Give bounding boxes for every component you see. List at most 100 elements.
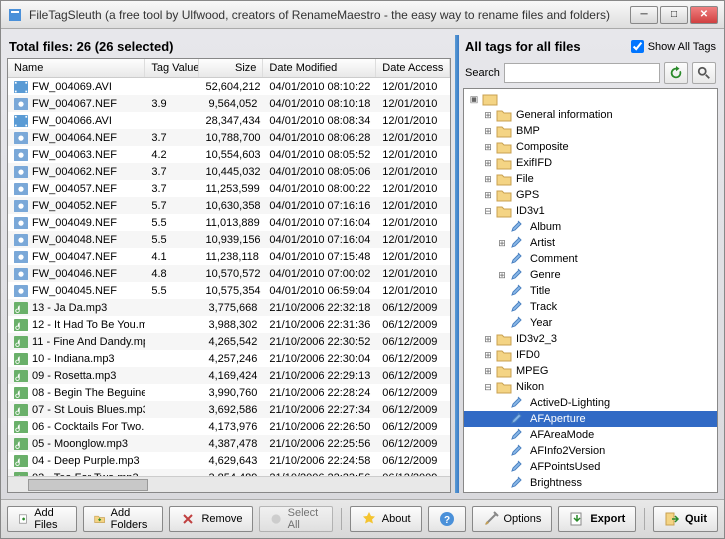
collapse-icon[interactable]: ⊟ [482, 381, 494, 393]
expand-icon[interactable]: ⊞ [482, 157, 494, 169]
show-all-checkbox[interactable] [631, 40, 644, 53]
tree-item[interactable]: ⊞File [464, 171, 717, 187]
expand-icon[interactable]: ⊞ [482, 109, 494, 121]
table-row[interactable]: 10 - Indiana.mp34,257,24621/10/2006 22:3… [8, 350, 450, 367]
table-row[interactable]: 05 - Moonglow.mp34,387,47821/10/2006 22:… [8, 435, 450, 452]
expand-icon[interactable]: ⊞ [482, 333, 494, 345]
export-button[interactable]: Export [558, 506, 636, 532]
table-row[interactable]: 03 - Tea For Two.mp33,854,48921/10/2006 … [8, 469, 450, 476]
file-size: 52,604,212 [200, 80, 264, 94]
table-row[interactable]: 08 - Begin The Beguine.mp33,990,76021/10… [8, 384, 450, 401]
tree-item[interactable]: ⊞General information [464, 107, 717, 123]
tree-item[interactable]: ⊞IFD0 [464, 347, 717, 363]
tree-item[interactable]: ColorSpace [464, 491, 717, 493]
scroll-thumb[interactable] [28, 479, 148, 491]
quit-button[interactable]: Quit [653, 506, 718, 532]
tree-item[interactable]: ⊞Genre [464, 267, 717, 283]
table-row[interactable]: FW_004049.NEF5.511,013,88904/01/2010 07:… [8, 214, 450, 231]
table-row[interactable]: FW_004052.NEF5.710,630,35804/01/2010 07:… [8, 197, 450, 214]
table-row[interactable]: FW_004048.NEF5.510,939,15604/01/2010 07:… [8, 231, 450, 248]
tree-item[interactable]: ⊟ID3v1 [464, 203, 717, 219]
date-access: 06/12/2009 [376, 420, 450, 434]
table-row[interactable]: FW_004047.NEF4.111,238,11804/01/2010 07:… [8, 248, 450, 265]
table-row[interactable]: 07 - St Louis Blues.mp33,692,58621/10/20… [8, 401, 450, 418]
table-row[interactable]: FW_004066.AVI28,347,43404/01/2010 08:08:… [8, 112, 450, 129]
file-size: 4,629,643 [200, 454, 264, 468]
maximize-button[interactable]: □ [660, 6, 688, 24]
date-access: 12/01/2010 [376, 114, 450, 128]
tree-item[interactable]: AFAperture [464, 411, 717, 427]
table-row[interactable]: 13 - Ja Da.mp33,775,66821/10/2006 22:32:… [8, 299, 450, 316]
grid-body[interactable]: FW_004069.AVI52,604,21204/01/2010 08:10:… [8, 78, 450, 476]
table-row[interactable]: FW_004046.NEF4.810,570,57204/01/2010 07:… [8, 265, 450, 282]
refresh-button[interactable] [664, 62, 688, 84]
minimize-button[interactable]: ─ [630, 6, 658, 24]
table-row[interactable]: FW_004064.NEF3.710,788,70004/01/2010 08:… [8, 129, 450, 146]
tree-item[interactable]: ⊞GPS [464, 187, 717, 203]
col-date-access[interactable]: Date Access [376, 59, 450, 77]
tree-item[interactable]: AFAreaMode [464, 427, 717, 443]
about-button[interactable]: About [350, 506, 422, 532]
help-button[interactable]: ? [428, 506, 466, 532]
add-files-button[interactable]: Add Files [7, 506, 77, 532]
tree-item[interactable]: ActiveD-Lighting [464, 395, 717, 411]
table-row[interactable]: FW_004067.NEF3.99,564,05204/01/2010 08:1… [8, 95, 450, 112]
tag-tree[interactable]: ▣ ⊞General information⊞BMP⊞Composite⊞Exif… [463, 88, 718, 493]
show-all-tags-checkbox[interactable]: Show All Tags [631, 40, 716, 53]
tree-item[interactable]: ⊞MPEG [464, 363, 717, 379]
tree-item[interactable]: ▣ [464, 91, 717, 107]
splitter[interactable] [455, 35, 459, 493]
add-folders-button[interactable]: Add Folders [83, 506, 163, 532]
horizontal-scrollbar[interactable] [8, 476, 450, 492]
table-row[interactable]: FW_004063.NEF4.210,554,60304/01/2010 08:… [8, 146, 450, 163]
expand-icon[interactable]: ⊞ [482, 365, 494, 377]
table-row[interactable]: 12 - It Had To Be You.mp33,988,30221/10/… [8, 316, 450, 333]
table-row[interactable]: 04 - Deep Purple.mp34,629,64321/10/2006 … [8, 452, 450, 469]
table-row[interactable]: FW_004062.NEF3.710,445,03204/01/2010 08:… [8, 163, 450, 180]
remove-button[interactable]: Remove [169, 506, 253, 532]
table-row[interactable]: FW_004069.AVI52,604,21204/01/2010 08:10:… [8, 78, 450, 95]
tree-label: Year [528, 317, 554, 329]
col-name[interactable]: Name [8, 59, 145, 77]
tree-item[interactable]: AFInfo2Version [464, 443, 717, 459]
tree-item[interactable]: ⊞Composite [464, 139, 717, 155]
tree-item[interactable]: ⊞BMP [464, 123, 717, 139]
table-row[interactable]: FW_004057.NEF3.711,253,59904/01/2010 08:… [8, 180, 450, 197]
col-tag-value[interactable]: Tag Value [145, 59, 199, 77]
table-row[interactable]: 11 - Fine And Dandy.mp34,265,54221/10/20… [8, 333, 450, 350]
tree-item[interactable]: ⊞Artist [464, 235, 717, 251]
options-button[interactable]: Options [472, 506, 553, 532]
search-input[interactable] [504, 63, 660, 83]
expand-icon[interactable]: ⊞ [482, 173, 494, 185]
date-access: 12/01/2010 [376, 233, 450, 247]
expand-icon[interactable]: ⊞ [482, 125, 494, 137]
expand-icon[interactable]: ⊞ [482, 141, 494, 153]
expand-icon[interactable]: ⊞ [482, 189, 494, 201]
tree-item[interactable]: Brightness [464, 475, 717, 491]
table-row[interactable]: FW_004045.NEF5.510,575,35404/01/2010 06:… [8, 282, 450, 299]
col-size[interactable]: Size [199, 59, 263, 77]
tree-item[interactable]: Comment [464, 251, 717, 267]
tree-item[interactable]: ⊟Nikon [464, 379, 717, 395]
tag-value [145, 375, 199, 377]
expand-icon[interactable]: ⊞ [496, 269, 508, 281]
table-row[interactable]: 06 - Cocktails For Two.mp34,173,97621/10… [8, 418, 450, 435]
search-button[interactable] [692, 62, 716, 84]
tree-item[interactable]: Title [464, 283, 717, 299]
expand-icon[interactable]: ⊞ [496, 237, 508, 249]
col-date-modified[interactable]: Date Modified [263, 59, 376, 77]
root-icon[interactable]: ▣ [468, 93, 480, 105]
close-button[interactable]: ✕ [690, 6, 718, 24]
tree-item[interactable]: Track [464, 299, 717, 315]
tree-item[interactable]: Year [464, 315, 717, 331]
expand-icon[interactable]: ⊞ [482, 349, 494, 361]
table-row[interactable]: 09 - Rosetta.mp34,169,42421/10/2006 22:2… [8, 367, 450, 384]
tree-item[interactable]: AFPointsUsed [464, 459, 717, 475]
tree-item[interactable]: ⊞ID3v2_3 [464, 331, 717, 347]
tree-item[interactable]: ⊞ExifIFD [464, 155, 717, 171]
collapse-icon[interactable]: ⊟ [482, 205, 494, 217]
app-icon [7, 7, 23, 23]
tree-item[interactable]: Album [464, 219, 717, 235]
file-name: FW_004064.NEF [32, 132, 117, 144]
file-size: 28,347,434 [200, 114, 264, 128]
